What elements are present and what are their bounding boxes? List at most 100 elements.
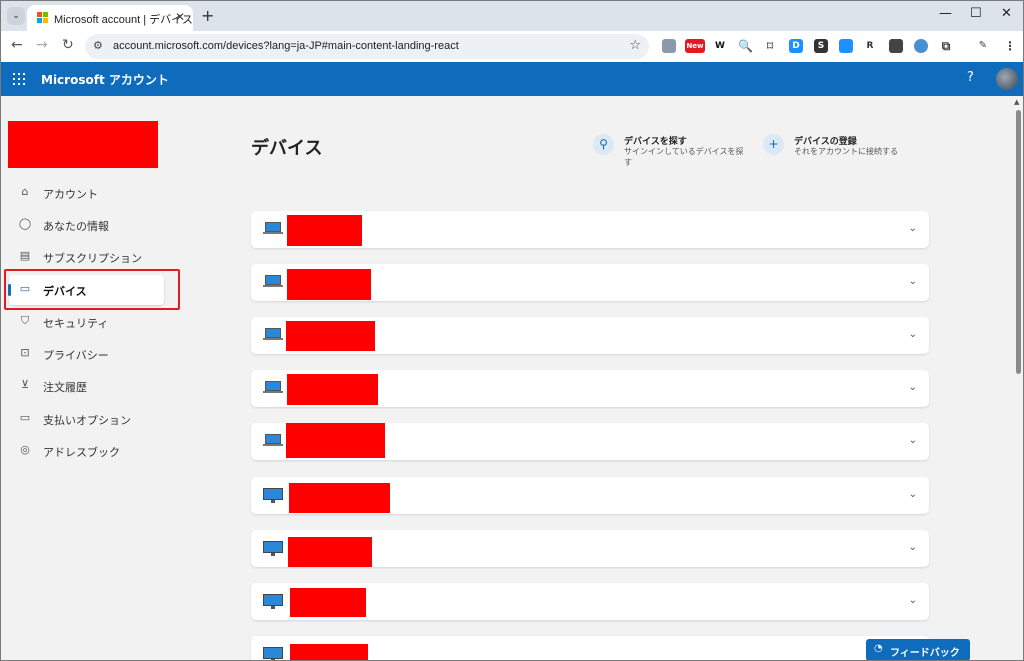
sidebar-item-label: アドレスブック — [43, 446, 120, 459]
device-name-redaction — [290, 588, 366, 617]
sidebar-item-label: あなたの情報 — [43, 220, 109, 233]
sidebar-item-privacy[interactable]: ⊡ プライバシー — [9, 339, 164, 369]
action-description: それをアカウントに接続する — [794, 147, 898, 156]
header-title[interactable]: Microsoft アカウント — [41, 71, 169, 88]
sidebar-item-order-history[interactable]: ⊻ 注文履歴 — [9, 371, 164, 401]
browser-menu-icon[interactable]: ⋮ — [1003, 39, 1017, 53]
chevron-down-icon[interactable]: ⌄ — [909, 223, 917, 234]
browser-window: ⌄ Microsoft account | デバイス ✕ + — ☐ ✕ ← →… — [0, 0, 1024, 661]
tab-strip: ⌄ Microsoft account | デバイス ✕ + — ☐ ✕ — [1, 1, 1023, 31]
register-device-action[interactable]: + デバイスの登録 それをアカウントに接続する — [763, 134, 933, 158]
action-description: サインインしているデバイスを探す — [624, 147, 744, 167]
tab-search-icon[interactable]: ⌄ — [7, 7, 25, 25]
laptop-icon — [263, 275, 283, 289]
avatar[interactable] — [996, 68, 1018, 90]
extension-box-icon[interactable] — [839, 39, 853, 53]
page-scrollbar[interactable]: ▲ — [1013, 96, 1023, 660]
extension-screenshot-icon[interactable] — [662, 39, 676, 53]
extension-signature-icon[interactable]: ✎ — [976, 39, 990, 53]
extension-cloud-icon[interactable] — [914, 39, 928, 53]
chevron-down-icon[interactable]: ⌄ — [909, 595, 917, 606]
sidebar-item-address-book[interactable]: ◎ アドレスブック — [9, 436, 164, 466]
microsoft-logo-icon — [37, 12, 49, 24]
app-launcher-icon[interactable] — [13, 73, 25, 85]
extension-w-icon[interactable]: W — [713, 39, 727, 53]
tab-title: Microsoft account | デバイス — [54, 14, 193, 26]
back-icon[interactable]: ← — [11, 37, 23, 53]
device-name-redaction — [287, 215, 362, 246]
sidebar-item-label: アカウント — [43, 188, 98, 201]
chevron-down-icon[interactable]: ⌄ — [909, 435, 917, 446]
subscription-icon: ▤ — [19, 249, 31, 262]
devices-highlight-box — [4, 269, 180, 310]
device-card[interactable]: ⌄ — [251, 264, 929, 301]
device-card[interactable]: ⌄ — [251, 636, 929, 660]
extension-r-icon[interactable]: R — [863, 39, 877, 53]
chevron-down-icon[interactable]: ⌄ — [909, 382, 917, 393]
device-name-redaction — [290, 644, 368, 660]
browser-tab[interactable]: Microsoft account | デバイス ✕ — [27, 5, 193, 31]
device-card[interactable]: ⌄ — [251, 530, 929, 567]
sidebar: ⌂ アカウント ◯ あなたの情報 ▤ サブスクリプション ▭ デバイス ⛉ セキ… — [1, 96, 237, 660]
help-icon[interactable]: ? — [967, 70, 974, 85]
device-name-redaction — [287, 374, 378, 405]
sidebar-item-label: セキュリティ — [43, 317, 109, 330]
sidebar-item-your-info[interactable]: ◯ あなたの情報 — [9, 210, 164, 240]
forward-icon[interactable]: → — [36, 37, 48, 53]
extension-bookmark-icon[interactable]: ⌑ — [763, 39, 777, 53]
sidebar-item-label: 支払いオプション — [43, 414, 131, 427]
device-card[interactable]: ⌄ — [251, 211, 929, 248]
device-card[interactable]: ⌄ — [251, 583, 929, 620]
sidebar-item-label: 注文履歴 — [43, 381, 87, 394]
device-card[interactable]: ⌄ — [251, 370, 929, 407]
maximize-icon[interactable]: ☐ — [970, 6, 982, 21]
laptop-icon — [263, 381, 283, 395]
extension-blue-icon[interactable]: D — [789, 39, 803, 53]
minimize-icon[interactable]: — — [939, 6, 952, 21]
extension-book-icon[interactable] — [889, 39, 903, 53]
site-info-icon[interactable]: ⚙ — [93, 39, 103, 52]
sidebar-item-label: プライバシー — [43, 349, 109, 362]
extension-new-icon[interactable]: New — [685, 39, 705, 53]
device-card[interactable]: ⌄ — [251, 423, 929, 460]
scrollbar-thumb[interactable] — [1016, 110, 1021, 374]
tab-close-icon[interactable]: ✕ — [175, 10, 185, 24]
account-name-redaction — [8, 121, 158, 168]
card-icon: ▭ — [19, 411, 31, 424]
device-name-redaction — [287, 269, 371, 300]
scroll-up-icon[interactable]: ▲ — [1014, 98, 1019, 106]
extension-s-icon[interactable]: S — [814, 39, 828, 53]
sidebar-item-security[interactable]: ⛉ セキュリティ — [9, 307, 164, 337]
desktop-icon — [263, 488, 283, 503]
shield-icon: ⛉ — [20, 314, 30, 327]
feedback-label: フィードバック — [890, 648, 960, 659]
close-window-icon[interactable]: ✕ — [1001, 6, 1012, 21]
bookmark-star-icon[interactable]: ☆ — [629, 38, 641, 53]
find-device-action[interactable]: ⚲ デバイスを探す サインインしているデバイスを探す — [593, 134, 744, 168]
chevron-down-icon[interactable]: ⌄ — [909, 489, 917, 500]
feedback-icon: ◔ — [874, 643, 883, 654]
new-tab-icon[interactable]: + — [201, 6, 214, 25]
cart-icon: ⊻ — [20, 378, 30, 391]
main-content: デバイス ⚲ デバイスを探す サインインしているデバイスを探す + デバイスの登… — [237, 96, 1013, 660]
reload-icon[interactable]: ↻ — [62, 37, 74, 53]
device-card[interactable]: ⌄ — [251, 477, 929, 514]
feedback-button[interactable]: ◔ フィードバック — [866, 639, 970, 660]
device-name-redaction — [289, 483, 390, 513]
chevron-down-icon[interactable]: ⌄ — [909, 329, 917, 340]
device-name-redaction — [286, 423, 385, 458]
chevron-down-icon[interactable]: ⌄ — [909, 542, 917, 553]
home-icon: ⌂ — [21, 185, 29, 198]
extensions-puzzle-icon[interactable]: ⧉ — [939, 39, 953, 53]
sidebar-item-subscriptions[interactable]: ▤ サブスクリプション — [9, 242, 164, 272]
page-title: デバイス — [251, 138, 323, 159]
address-bar[interactable]: ⚙ account.microsoft.com/devices?lang=ja-… — [85, 34, 649, 59]
extension-search-icon[interactable]: 🔍 — [738, 39, 753, 53]
chevron-down-icon[interactable]: ⌄ — [909, 276, 917, 287]
sidebar-item-label: サブスクリプション — [43, 252, 142, 265]
plus-icon: + — [763, 134, 784, 155]
sidebar-item-payment-options[interactable]: ▭ 支払いオプション — [9, 404, 164, 434]
sidebar-item-account[interactable]: ⌂ アカウント — [9, 178, 164, 208]
device-card[interactable]: ⌄ — [251, 317, 929, 354]
laptop-icon — [263, 434, 283, 448]
